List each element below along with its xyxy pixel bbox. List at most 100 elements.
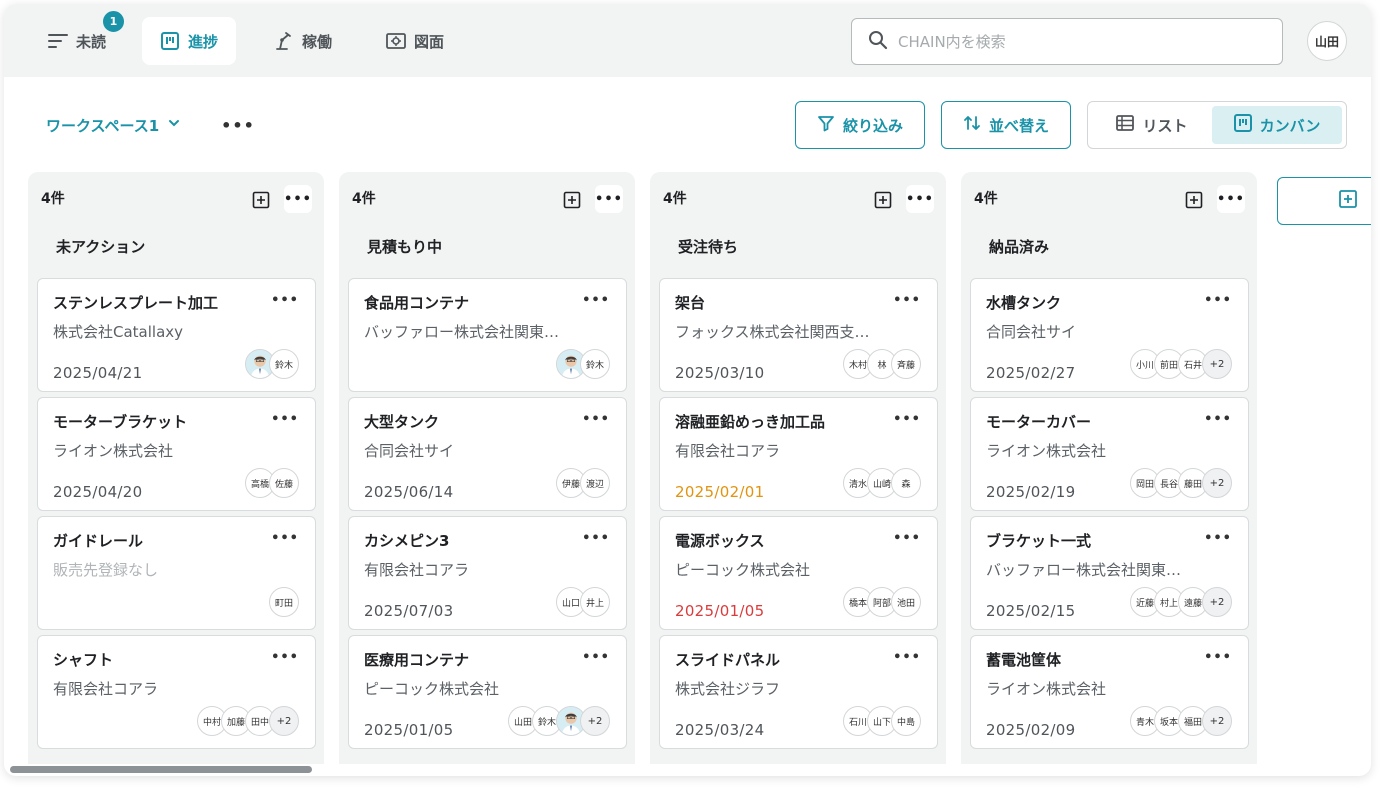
card-assignees[interactable]: 渡辺 伊藤 [556, 468, 610, 498]
tab-progress[interactable]: 進捗 [142, 17, 237, 65]
view-list-button[interactable]: リスト [1092, 106, 1212, 144]
card-client: 株式会社Catallaxy [53, 323, 184, 341]
card-more-button[interactable]: ••• [1204, 531, 1232, 546]
kanban-card[interactable]: 架台 ••• フォックス株式会社関西支… 2025/03/10 斉藤林木村 [659, 278, 938, 392]
card-more-button[interactable]: ••• [582, 293, 610, 308]
card-title: 架台 [675, 294, 706, 312]
kanban-card[interactable]: 医療用コンテナ ••• ピーコック株式会社 2025/01/05 +2 鈴木 山田 [348, 635, 627, 749]
tab-unread-label: 未読 [76, 32, 107, 51]
kanban-card[interactable]: シャフト ••• 有限会社コアラ +2 田中 加藤 中村 [37, 635, 316, 749]
search-input[interactable] [898, 32, 1258, 51]
card-assignees[interactable]: 鈴木 [245, 349, 299, 379]
column-more-button[interactable]: ••• [595, 185, 623, 213]
plus-square-icon [563, 191, 581, 209]
add-card-button[interactable] [248, 187, 274, 213]
card-more-button[interactable]: ••• [271, 531, 299, 546]
tab-drawings[interactable]: 図面 [368, 17, 462, 65]
card-title: モーターブラケット [53, 413, 188, 431]
card-more-button[interactable]: ••• [271, 293, 299, 308]
card-assignees[interactable]: 中島 山下 石川 [843, 706, 921, 736]
card-more-button[interactable]: ••• [582, 650, 610, 665]
column-count: 4件 [974, 191, 998, 207]
card-assignees[interactable]: 鈴木 [556, 349, 610, 379]
user-avatar[interactable]: 山田 [1307, 21, 1347, 61]
card-assignees[interactable]: +2 石井 前田 小川 [1130, 349, 1232, 379]
add-card-button[interactable] [559, 187, 585, 213]
card-assignees[interactable]: 森山崎 清水 [843, 468, 921, 498]
card-assignees[interactable]: 佐藤 高橋 [245, 468, 299, 498]
kanban-card[interactable]: 電源ボックス ••• ピーコック株式会社 2025/01/05 池田 阿部 橋本 [659, 516, 938, 630]
column-more-button[interactable]: ••• [906, 185, 934, 213]
assignee-avatar: 鈴木 [269, 349, 299, 379]
search-icon [868, 30, 888, 54]
tab-operation[interactable]: 稼働 [256, 17, 350, 65]
card-due-date: 2025/04/21 [53, 364, 143, 382]
kanban-card[interactable]: スライドパネル ••• 株式会社ジラフ 2025/03/24 中島 山下 石川 [659, 635, 938, 749]
sort-button[interactable]: 並べ替え [941, 101, 1071, 149]
add-card-button[interactable] [1181, 187, 1207, 213]
kanban-card[interactable]: 大型タンク ••• 合同会社サイ 2025/06/14 渡辺 伊藤 [348, 397, 627, 511]
column-count: 4件 [663, 191, 687, 207]
kanban-card[interactable]: 水槽タンク ••• 合同会社サイ 2025/02/27 +2 石井 前田 小川 [970, 278, 1249, 392]
kanban-card[interactable]: 溶融亜鉛めっき加工品 ••• 有限会社コアラ 2025/02/01 森山崎 清水 [659, 397, 938, 511]
card-title: 水槽タンク [986, 294, 1062, 312]
card-assignees[interactable]: 斉藤林木村 [843, 349, 921, 379]
card-more-button[interactable]: ••• [1204, 650, 1232, 665]
search-box[interactable] [851, 18, 1283, 65]
card-due-date: 2025/01/05 [364, 721, 454, 739]
unread-count-badge: 1 [101, 9, 126, 34]
kanban-card[interactable]: モーターブラケット ••• ライオン株式会社 2025/04/20 佐藤 高橋 [37, 397, 316, 511]
card-title: 医療用コンテナ [364, 651, 470, 669]
kanban-card[interactable]: モーターカバー ••• ライオン株式会社 2025/02/19 +2 藤田 長谷 岡田 [970, 397, 1249, 511]
plus-square-icon [1338, 189, 1358, 213]
kanban-card[interactable]: 蓄電池筐体 ••• ライオン株式会社 2025/02/09 +2 福田 坂本 青木 [970, 635, 1249, 749]
card-more-button[interactable]: ••• [893, 650, 921, 665]
card-assignees[interactable]: +2 福田 坂本 青木 [1130, 706, 1232, 736]
add-column-button[interactable] [1277, 177, 1371, 225]
filter-lines-icon [48, 31, 68, 51]
kanban-card[interactable]: 食品用コンテナ ••• バッファロー株式会社関東… 鈴木 [348, 278, 627, 392]
card-client: ライオン株式会社 [53, 442, 174, 460]
card-assignees[interactable]: 町田 [269, 587, 299, 617]
assignee-avatar: 鈴木 [580, 349, 610, 379]
card-more-button[interactable]: ••• [271, 650, 299, 665]
column-more-button[interactable]: ••• [284, 185, 312, 213]
card-more-button[interactable]: ••• [271, 412, 299, 427]
card-more-button[interactable]: ••• [1204, 293, 1232, 308]
card-assignees[interactable]: +2 田中 加藤 中村 [197, 706, 299, 736]
add-card-button[interactable] [870, 187, 896, 213]
card-client: ライオン株式会社 [986, 680, 1107, 698]
horizontal-scrollbar[interactable] [10, 766, 312, 773]
filter-button-label: 絞り込み [842, 116, 903, 135]
column-more-button[interactable]: ••• [1217, 185, 1245, 213]
assignee-overflow-count: +2 [580, 706, 610, 736]
card-more-button[interactable]: ••• [1204, 412, 1232, 427]
workspace-more-button[interactable]: ••• [221, 114, 254, 136]
card-more-button[interactable]: ••• [582, 412, 610, 427]
assignee-overflow-count: +2 [1202, 587, 1232, 617]
plus-square-icon [252, 191, 270, 209]
card-client: 合同会社サイ [986, 323, 1077, 341]
card-more-button[interactable]: ••• [893, 293, 921, 308]
card-more-button[interactable]: ••• [582, 531, 610, 546]
card-more-button[interactable]: ••• [893, 412, 921, 427]
kanban-card[interactable]: ブラケット一式 ••• バッファロー株式会社関東… 2025/02/15 +2 遠藤 村上近… [970, 516, 1249, 630]
kanban-card[interactable]: ステンレスプレート加工 ••• 株式会社Catallaxy 2025/04/21 鈴木 [37, 278, 316, 392]
card-assignees[interactable]: +2 鈴木 山田 [508, 706, 610, 736]
card-due-date: 2025/02/01 [675, 483, 765, 501]
card-assignees[interactable]: +2 遠藤 村上 近藤 [1130, 587, 1232, 617]
view-kanban-button[interactable]: カンバン [1212, 106, 1342, 144]
assignee-overflow-count: +2 [1202, 468, 1232, 498]
card-assignees[interactable]: +2 藤田 長谷 岡田 [1130, 468, 1232, 498]
card-title: 溶融亜鉛めっき加工品 [675, 413, 826, 431]
filter-button[interactable]: 絞り込み [795, 101, 925, 149]
card-due-date: 2025/02/19 [986, 483, 1076, 501]
workspace-selector[interactable]: ワークスペース1 [46, 112, 181, 138]
kanban-card[interactable]: カシメピン3 ••• 有限会社コアラ 2025/07/03 井上 山口 [348, 516, 627, 630]
kanban-card[interactable]: ガイドレール ••• 販売先登録なし 町田 [37, 516, 316, 630]
view-list-label: リスト [1142, 116, 1188, 135]
card-assignees[interactable]: 池田 阿部 橋本 [843, 587, 921, 617]
card-more-button[interactable]: ••• [893, 531, 921, 546]
card-assignees[interactable]: 井上 山口 [556, 587, 610, 617]
sort-arrows-icon [963, 114, 981, 136]
